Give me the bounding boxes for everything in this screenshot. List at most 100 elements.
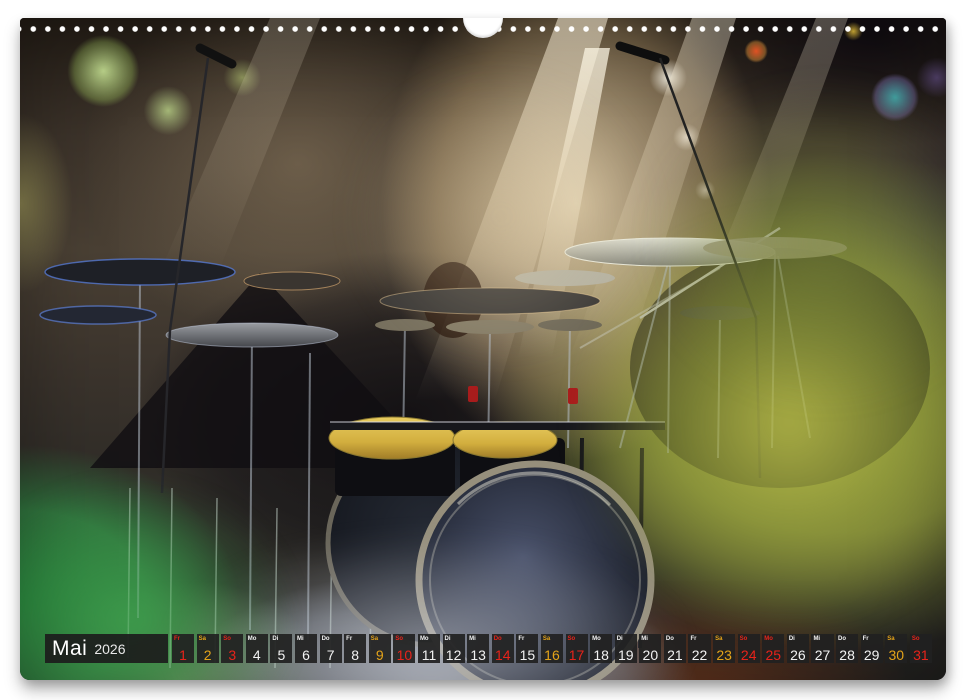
day-cell: Sa 2 <box>197 634 219 663</box>
day-cell: Fr 8 <box>344 634 366 663</box>
day-cell: So 24 <box>738 634 760 663</box>
day-number: 27 <box>811 648 833 662</box>
day-number: 13 <box>467 648 489 662</box>
day-weekday: Fr <box>346 636 352 642</box>
day-cell: Mo 18 <box>590 634 612 663</box>
day-weekday: Mi <box>297 636 304 642</box>
day-number: 23 <box>713 648 735 662</box>
day-weekday: Mo <box>420 636 429 642</box>
day-cell: So 31 <box>910 634 932 663</box>
day-cell: Do 7 <box>320 634 342 663</box>
day-number: 17 <box>566 648 588 662</box>
day-cell: So 17 <box>566 634 588 663</box>
day-number: 30 <box>885 648 907 662</box>
day-cell: Mi 20 <box>639 634 661 663</box>
day-weekday: Mo <box>592 636 601 642</box>
day-number: 19 <box>615 648 637 662</box>
day-number: 6 <box>295 648 317 662</box>
day-number: 10 <box>393 648 415 662</box>
day-weekday: Sa <box>887 636 894 642</box>
day-weekday: Fr <box>518 636 524 642</box>
day-weekday: Sa <box>371 636 378 642</box>
day-weekday: Do <box>494 636 502 642</box>
day-cell: Mo 4 <box>246 634 268 663</box>
day-number: 18 <box>590 648 612 662</box>
day-cell: Mi 13 <box>467 634 489 663</box>
day-cell: So 10 <box>393 634 415 663</box>
day-cell: Mo 11 <box>418 634 440 663</box>
day-number: 7 <box>320 648 342 662</box>
day-number: 2 <box>197 648 219 662</box>
day-weekday: Do <box>838 636 846 642</box>
day-cell: Fr 29 <box>861 634 883 663</box>
day-number: 11 <box>418 648 440 662</box>
day-cell: Fr 22 <box>688 634 710 663</box>
day-cell: Mi 27 <box>811 634 833 663</box>
calendar-page: Mai 2026 Fr 1 Sa 2 So 3 Mo 4 Di 5 Mi 6 D… <box>20 18 946 680</box>
day-cell: Fr 1 <box>172 634 194 663</box>
day-cell: Fr 15 <box>516 634 538 663</box>
calendar-product-photo: Mai 2026 Fr 1 Sa 2 So 3 Mo 4 Di 5 Mi 6 D… <box>0 0 971 700</box>
calendar-strip: Mai 2026 Fr 1 Sa 2 So 3 Mo 4 Di 5 Mi 6 D… <box>20 634 946 663</box>
day-cell: Di 26 <box>787 634 809 663</box>
day-number: 26 <box>787 648 809 662</box>
day-cell: Do 14 <box>492 634 514 663</box>
day-weekday: Di <box>617 636 623 642</box>
month-box: Mai 2026 <box>45 634 168 663</box>
day-weekday: Mi <box>641 636 648 642</box>
day-weekday: Fr <box>174 636 180 642</box>
day-weekday: Di <box>789 636 795 642</box>
day-weekday: Di <box>272 636 278 642</box>
drumkit-illustration <box>20 18 946 680</box>
day-weekday: Sa <box>543 636 550 642</box>
day-number: 1 <box>172 648 194 662</box>
day-weekday: Mo <box>248 636 257 642</box>
day-weekday: Mi <box>813 636 820 642</box>
day-weekday: Fr <box>690 636 696 642</box>
day-cell: Di 12 <box>443 634 465 663</box>
day-number: 25 <box>762 648 784 662</box>
day-number: 20 <box>639 648 661 662</box>
day-number: 12 <box>443 648 465 662</box>
day-cell: Mi 6 <box>295 634 317 663</box>
day-weekday: So <box>568 636 576 642</box>
day-cell: Mo 25 <box>762 634 784 663</box>
stage-photo <box>20 18 946 680</box>
day-number: 8 <box>344 648 366 662</box>
day-cell: Do 28 <box>836 634 858 663</box>
day-cell: Di 5 <box>270 634 292 663</box>
day-weekday: So <box>912 636 920 642</box>
day-number: 22 <box>688 648 710 662</box>
day-cell: Sa 30 <box>885 634 907 663</box>
day-number: 5 <box>270 648 292 662</box>
day-number: 9 <box>369 648 391 662</box>
day-number: 4 <box>246 648 268 662</box>
day-weekday: Mi <box>469 636 476 642</box>
day-weekday: So <box>740 636 748 642</box>
day-cell: Sa 9 <box>369 634 391 663</box>
month-label: Mai <box>52 637 87 661</box>
day-cell: Sa 23 <box>713 634 735 663</box>
day-number: 21 <box>664 648 686 662</box>
day-number: 3 <box>221 648 243 662</box>
day-number: 24 <box>738 648 760 662</box>
day-cell: Sa 16 <box>541 634 563 663</box>
day-number: 28 <box>836 648 858 662</box>
day-weekday: Do <box>322 636 330 642</box>
day-cell: Do 21 <box>664 634 686 663</box>
day-weekday: Sa <box>715 636 722 642</box>
day-number: 31 <box>910 648 932 662</box>
day-weekday: So <box>395 636 403 642</box>
day-weekday: Di <box>445 636 451 642</box>
day-number: 29 <box>861 648 883 662</box>
day-weekday: Sa <box>199 636 206 642</box>
day-weekday: Do <box>666 636 674 642</box>
day-number: 16 <box>541 648 563 662</box>
day-cells: Fr 1 Sa 2 So 3 Mo 4 Di 5 Mi 6 Do 7 Fr 8 … <box>172 634 932 663</box>
day-cell: Di 19 <box>615 634 637 663</box>
day-number: 14 <box>492 648 514 662</box>
day-number: 15 <box>516 648 538 662</box>
year-label: 2026 <box>94 641 125 657</box>
day-weekday: Mo <box>764 636 773 642</box>
day-weekday: Fr <box>863 636 869 642</box>
